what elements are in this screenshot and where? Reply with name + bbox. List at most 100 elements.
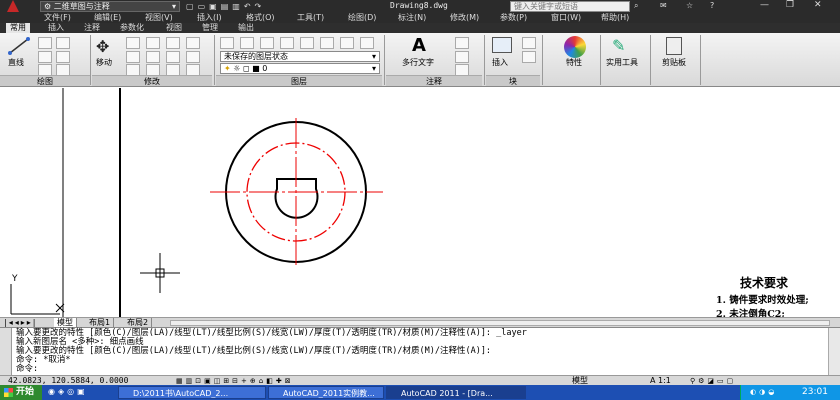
edit-block-icon[interactable] [522, 51, 536, 63]
utilities-button[interactable]: 实用工具 [606, 57, 638, 68]
tab-manage[interactable]: 管理 [198, 23, 222, 33]
line-button[interactable]: 直线 [8, 57, 24, 68]
drawing-svg[interactable] [0, 88, 840, 317]
workspace-select[interactable]: ⚙ 二维草图与注释 ▾ [40, 1, 180, 12]
command-grip[interactable] [0, 328, 12, 376]
insert-button[interactable]: 插入 [492, 57, 508, 68]
rotate-icon[interactable] [126, 37, 140, 49]
layer-icon[interactable] [300, 37, 314, 49]
panel-modify[interactable]: 修改 [92, 75, 212, 86]
open-icon[interactable]: ▭ [198, 2, 210, 11]
layer-select[interactable]: ✦ ☼ ◻ ■ 0 ▾ [220, 63, 380, 74]
tab-parametric[interactable]: 参数化 [116, 23, 148, 33]
menu-help[interactable]: 帮助(H) [601, 12, 629, 23]
create-block-icon[interactable] [522, 37, 536, 49]
star-icon[interactable]: ☆ [686, 1, 693, 10]
panel-layers[interactable]: 图层 [216, 75, 382, 86]
drafting-toggle-icons[interactable]: ▦▥⊡▣◫⊞⊟+⊕⌂◧✚⊠ [176, 377, 294, 385]
circle-icon[interactable] [38, 51, 52, 63]
taskbar-item-folder[interactable]: D:\2011书\AutoCAD_2... [118, 386, 266, 399]
menu-modify[interactable]: 修改(M) [450, 12, 479, 23]
menu-tools[interactable]: 工具(T) [297, 12, 324, 23]
menu-view[interactable]: 视图(V) [145, 12, 173, 23]
move-button[interactable]: 移动 [96, 57, 112, 68]
undo-icon[interactable]: ↶ [244, 2, 255, 11]
ucs-y-label: Y [12, 274, 18, 284]
tech-requirement-item[interactable]: 1. 铸件要求时效处理; [716, 292, 809, 306]
layer-icon[interactable] [340, 37, 354, 49]
layer-icon[interactable] [260, 37, 274, 49]
multiline-text-button[interactable]: 多行文字 [402, 57, 434, 68]
menu-dimension[interactable]: 标注(N) [398, 12, 426, 23]
menu-file[interactable]: 文件(F) [44, 12, 71, 23]
move-icon[interactable]: ✥ [96, 37, 109, 56]
ucs-icon [10, 284, 65, 315]
hatch-icon[interactable] [56, 51, 70, 63]
drawing-canvas[interactable]: Y 技术要求 1. 铸件要求时效处理; 2. 未注倒角C2; [0, 88, 840, 320]
array-icon[interactable] [186, 51, 200, 63]
tab-nav-icons[interactable]: |◂◂▸▸| [4, 318, 37, 327]
trim-icon[interactable] [146, 37, 160, 49]
menu-window[interactable]: 窗口(W) [551, 12, 581, 23]
properties-button[interactable]: 特性 [566, 57, 582, 68]
status-tray-icons[interactable]: ⚲⚙◪▭▢ [690, 377, 736, 385]
clipboard-icon[interactable] [666, 37, 682, 55]
minimize-icon[interactable]: — [760, 0, 769, 10]
close-icon[interactable]: ✕ [814, 0, 822, 10]
restore-icon[interactable]: ❐ [786, 0, 794, 10]
leader-icon[interactable] [455, 51, 469, 63]
layer-state-select[interactable]: 未保存的图层状态 ▾ [220, 51, 380, 62]
menu-draw[interactable]: 绘图(D) [348, 12, 376, 23]
insert-block-icon[interactable] [492, 37, 512, 53]
dimension-icon[interactable] [455, 37, 469, 49]
copy-icon[interactable] [126, 51, 140, 63]
panel-annotation[interactable]: 注释 [386, 75, 482, 86]
tab-annotate[interactable]: 注释 [80, 23, 104, 33]
quick-launch-icons[interactable]: ◉◈◎▣ [48, 387, 88, 396]
menu-format[interactable]: 格式(O) [246, 12, 275, 23]
redo-icon[interactable]: ↷ [255, 2, 266, 11]
utilities-icon[interactable]: ✎ [612, 36, 625, 55]
help-icon[interactable]: ? [710, 1, 714, 10]
save-icon[interactable]: ▣ [209, 2, 221, 11]
mirror-icon[interactable] [146, 51, 160, 63]
panel-block[interactable]: 块 [486, 75, 540, 86]
color-wheel-icon[interactable] [564, 36, 586, 58]
command-window[interactable]: 输入要更改的特性 [颜色(C)/图层(LA)/线型(LT)/线型比例(S)/线宽… [0, 327, 840, 376]
new-icon[interactable]: ▢ [186, 2, 198, 11]
layer-icon[interactable] [240, 37, 254, 49]
layer-icon[interactable] [320, 37, 334, 49]
tab-insert[interactable]: 插入 [44, 23, 68, 33]
tech-requirements-title[interactable]: 技术要求 [740, 274, 788, 291]
clipboard-button[interactable]: 剪贴板 [662, 57, 686, 68]
search-icon[interactable]: ⌕ [634, 1, 638, 11]
layer-properties-icon[interactable] [220, 37, 234, 49]
panel-draw[interactable]: 绘图 [0, 75, 90, 86]
explode-icon[interactable] [166, 51, 180, 63]
line-icon[interactable] [8, 37, 30, 55]
print-icon[interactable]: ▥ [232, 2, 244, 11]
menu-insert[interactable]: 插入(I) [197, 12, 222, 23]
taskbar-item-autocad[interactable]: AutoCAD 2011 - [Dra... [386, 386, 526, 399]
tray-icons[interactable]: ◐◑◒ [750, 388, 777, 396]
erase-icon[interactable] [166, 37, 180, 49]
taskbar-item-doc[interactable]: AutoCAD_2011实例教... [268, 386, 384, 399]
horizontal-scrollbar[interactable] [170, 320, 830, 326]
command-scrollbar[interactable] [828, 328, 840, 376]
saveas-icon[interactable]: ▤ [221, 2, 233, 11]
search-input[interactable]: 键入关键字或短语 [510, 1, 630, 12]
text-icon[interactable]: A [412, 35, 426, 56]
tab-home[interactable]: 常用 [6, 23, 30, 33]
layer-icon[interactable] [360, 37, 374, 49]
exchange-icon[interactable]: ✉ [660, 1, 667, 10]
menu-parametric[interactable]: 参数(P) [500, 12, 527, 23]
command-prompt[interactable]: 命令: [16, 364, 38, 374]
tab-view[interactable]: 视图 [162, 23, 186, 33]
rectangle-icon[interactable] [56, 37, 70, 49]
polyline-icon[interactable] [38, 37, 52, 49]
fillet-icon[interactable] [186, 37, 200, 49]
tab-output[interactable]: 输出 [234, 23, 258, 33]
layer-icon[interactable] [280, 37, 294, 49]
status-bar: 42.0823, 120.5884, 0.0000 ▦▥⊡▣◫⊞⊟+⊕⌂◧✚⊠ … [0, 375, 840, 385]
menu-edit[interactable]: 编辑(E) [94, 12, 121, 23]
